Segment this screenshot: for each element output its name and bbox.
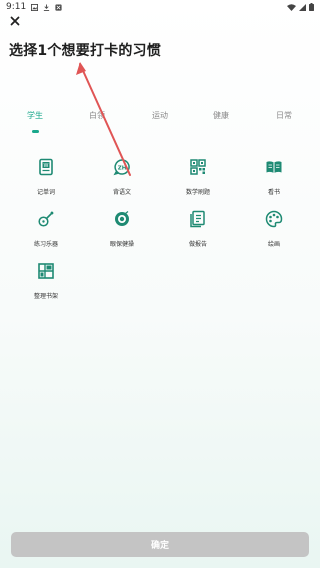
habit-item-math-practice[interactable]: 数学刷题 xyxy=(168,158,228,196)
svg-text:W: W xyxy=(44,163,49,169)
habit-label: 绘画 xyxy=(267,241,280,248)
category-tabs: 学生 白领 运动 健康 日常 xyxy=(0,110,320,136)
report-icon xyxy=(190,210,205,228)
habit-item-organize-bookshelf[interactable]: 整理书架 xyxy=(16,262,76,300)
chinese-chat-icon: ZH xyxy=(113,159,130,176)
page-title: 选择1个想要打卡的习惯 xyxy=(9,43,161,59)
tab-sports[interactable]: 运动 xyxy=(152,110,168,121)
status-bar: 9:11 xyxy=(0,0,320,14)
svg-text:ZH: ZH xyxy=(118,166,127,172)
gallery-icon xyxy=(31,3,39,11)
close-button[interactable] xyxy=(8,14,22,28)
active-tab-indicator xyxy=(32,130,39,133)
confirm-button[interactable]: 确定 xyxy=(11,532,309,557)
habit-label: 做报告 xyxy=(188,241,207,248)
palette-icon xyxy=(265,210,283,228)
tab-student[interactable]: 学生 xyxy=(27,110,43,121)
signal-icon xyxy=(299,3,306,11)
habit-label: 整理书架 xyxy=(33,293,58,300)
habit-label: 眼保健操 xyxy=(109,241,134,248)
habit-label: 背语文 xyxy=(112,189,131,196)
tab-daily[interactable]: 日常 xyxy=(276,110,292,121)
guitar-icon xyxy=(38,211,54,227)
habit-label: 数学刷题 xyxy=(185,189,210,196)
status-time: 9:11 xyxy=(6,2,27,12)
tab-health[interactable]: 健康 xyxy=(213,110,229,121)
habit-item-reading[interactable]: 看书 xyxy=(244,158,304,196)
wifi-icon xyxy=(287,3,296,11)
word-card-icon: W xyxy=(39,158,53,176)
download-icon xyxy=(44,3,50,11)
close-icon xyxy=(10,16,20,26)
battery-icon xyxy=(309,3,314,11)
habit-item-practice-instrument[interactable]: 练习乐器 xyxy=(16,210,76,248)
habit-item-write-report[interactable]: 做报告 xyxy=(168,210,228,248)
habit-item-eye-exercise[interactable]: 眼保健操 xyxy=(92,210,152,248)
app-icon xyxy=(55,3,62,11)
bookshelf-icon xyxy=(38,263,54,279)
habit-label: 记单词 xyxy=(36,189,55,196)
open-book-icon xyxy=(266,161,282,173)
eye-icon xyxy=(115,211,129,226)
habit-item-painting[interactable]: 绘画 xyxy=(244,210,304,248)
habit-label: 看书 xyxy=(267,189,280,196)
habit-item-memorize-words[interactable]: W 记单词 xyxy=(16,158,76,196)
tab-office-worker[interactable]: 白领 xyxy=(89,110,105,121)
habit-item-recite-chinese[interactable]: ZH 背语文 xyxy=(92,158,152,196)
habit-label: 练习乐器 xyxy=(33,241,58,248)
qr-grid-icon xyxy=(190,159,206,175)
